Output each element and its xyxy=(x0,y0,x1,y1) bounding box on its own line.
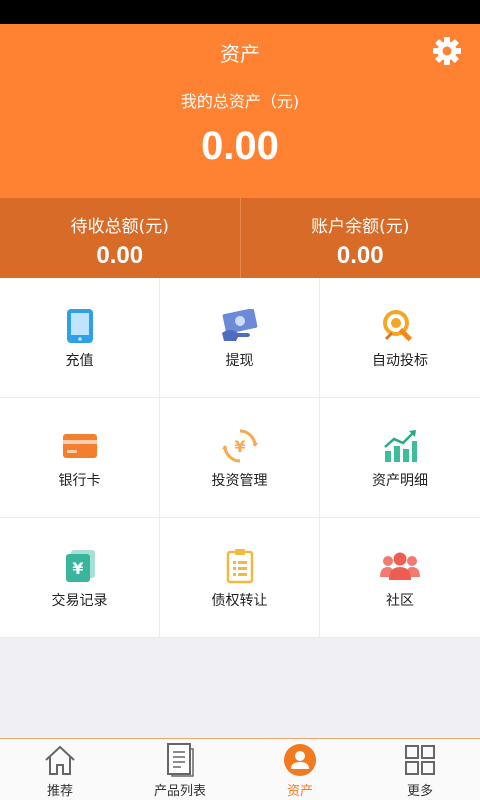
asset-details-button[interactable]: 资产明细 xyxy=(320,398,480,518)
auto-bid-label: 自动投标 xyxy=(372,353,428,369)
tab-recommend-label: 推荐 xyxy=(46,784,73,799)
tab-assets[interactable]: 资产 xyxy=(240,739,360,800)
function-grid: 充值 提现 自动投标 银行卡 ¥ 投资管理 资产明细 ¥ 交易记录 债权转让 社… xyxy=(0,278,480,638)
bank-card-icon xyxy=(60,428,100,464)
community-label: 社区 xyxy=(386,593,414,609)
cash-icon xyxy=(220,308,260,344)
bottom-tab-bar: 推荐 产品列表 资产 更多 xyxy=(0,738,480,800)
withdraw-button[interactable]: 提现 xyxy=(160,278,320,398)
transaction-records-label: 交易记录 xyxy=(51,593,108,609)
investment-management-label: 投资管理 xyxy=(211,473,268,489)
phone-icon xyxy=(60,308,100,344)
tab-assets-label: 资产 xyxy=(286,784,313,799)
assets-header: 资产 我的总资产（元) 0.00 xyxy=(0,24,480,198)
document-icon xyxy=(163,743,197,777)
svg-text:¥: ¥ xyxy=(234,437,245,456)
recharge-label: 充值 xyxy=(65,353,94,369)
tab-product-list[interactable]: 产品列表 xyxy=(120,739,240,800)
status-bar xyxy=(0,0,480,24)
target-icon xyxy=(380,308,420,344)
page-title: 资产 xyxy=(220,42,260,66)
total-assets-label: 我的总资产（元) xyxy=(180,92,300,111)
account-balance-label: 账户余额(元) xyxy=(311,217,410,237)
user-icon xyxy=(283,743,317,777)
tab-recommend[interactable]: 推荐 xyxy=(0,739,120,800)
auto-bid-button[interactable]: 自动投标 xyxy=(320,278,480,398)
pending-total: 待收总额(元) 0.00 xyxy=(0,198,240,278)
summary-bar: 待收总额(元) 0.00 账户余额(元) 0.00 xyxy=(0,198,480,278)
grid-icon xyxy=(403,743,437,777)
recharge-button[interactable]: 充值 xyxy=(0,278,160,398)
debt-transfer-button[interactable]: 债权转让 xyxy=(160,518,320,638)
transaction-records-button[interactable]: ¥ 交易记录 xyxy=(0,518,160,638)
tab-more-label: 更多 xyxy=(406,784,433,799)
tab-more[interactable]: 更多 xyxy=(360,739,480,800)
chart-icon xyxy=(380,428,420,464)
yen-record-icon: ¥ xyxy=(60,548,100,584)
home-icon xyxy=(43,743,77,777)
bank-card-label: 银行卡 xyxy=(58,473,101,489)
total-assets-value: 0.00 xyxy=(201,124,279,168)
svg-text:¥: ¥ xyxy=(72,559,83,578)
debt-transfer-label: 债权转让 xyxy=(211,593,268,609)
community-button[interactable]: 社区 xyxy=(320,518,480,638)
investment-management-button[interactable]: ¥ 投资管理 xyxy=(160,398,320,518)
people-icon xyxy=(380,548,420,584)
withdraw-label: 提现 xyxy=(225,353,254,369)
account-balance: 账户余额(元) 0.00 xyxy=(239,198,480,278)
bank-card-button[interactable]: 银行卡 xyxy=(0,398,160,518)
pending-total-label: 待收总额(元) xyxy=(70,217,169,237)
tab-product-list-label: 产品列表 xyxy=(153,784,206,799)
pending-total-value: 0.00 xyxy=(96,242,144,269)
account-balance-value: 0.00 xyxy=(336,242,384,269)
yen-cycle-icon: ¥ xyxy=(220,428,260,464)
asset-details-label: 资产明细 xyxy=(372,473,428,489)
gear-icon[interactable] xyxy=(432,36,462,66)
clipboard-icon xyxy=(220,548,260,584)
